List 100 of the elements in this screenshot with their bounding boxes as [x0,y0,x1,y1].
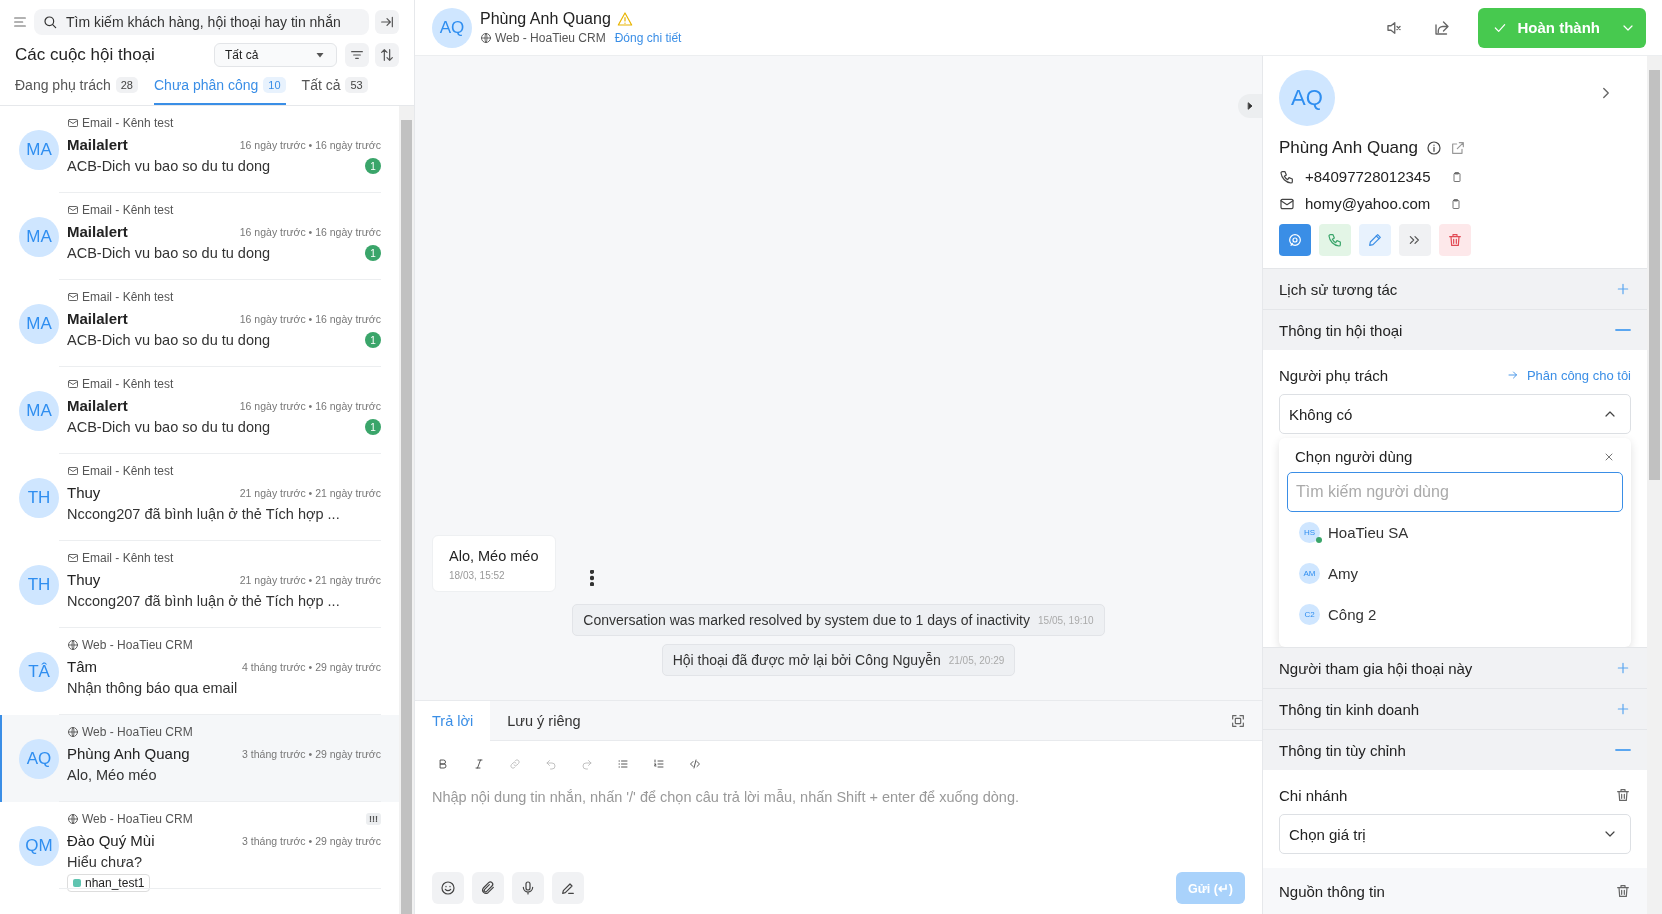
conversation-item[interactable]: TH Email - Kênh test Thuy 21 ngày trước • 21 ngày trước Nccong207 đã bình luận ở thẻ Tích hợp ... [0,541,399,628]
select-field[interactable]: Chọn giá trị [1279,814,1631,854]
search-field[interactable]: Tìm kiếm khách hàng, hội thoại hay tin nhắn [34,9,369,35]
close-details-link[interactable]: Đóng chi tiết [614,31,682,45]
forward-button[interactable] [1399,224,1431,256]
message-preview: ACB-Dich vu bao so du tu dong [67,245,271,261]
timestamp: 16 ngày trước • 16 ngày trước [239,399,381,412]
avatar: AM [1299,563,1320,584]
fullscreen-button[interactable] [1230,712,1246,729]
edit-button[interactable] [1359,224,1391,256]
attach-button[interactable] [472,872,504,904]
conversation-item[interactable]: MA Email - Kênh test Mailalert 16 ngày trước • 16 ngày trước ACB-Dich vu bao so du tu dong 1 [0,367,399,454]
delete-button[interactable] [1439,224,1471,256]
channel-label: Email - Kênh test [67,464,174,478]
activity-text: Hội thoại đã được mở lại bởi Công Nguyễn [672,652,941,668]
avatar: AQ [432,7,472,48]
section-header[interactable]: Thông tin kinh doanh [1263,688,1647,729]
copy-button[interactable] [1450,197,1463,210]
conversation-item[interactable]: TÂ Web - HoaTieu CRM Tâm 4 tháng trước • 29 ngày trước Nhận thông báo qua email [0,628,399,715]
section-header[interactable]: Lịch sử tương tác [1263,268,1647,309]
avatar: TÂ [19,652,59,692]
envelope-icon [67,117,79,129]
phone-number: +84097728012345 [1305,168,1431,185]
sort-button[interactable] [375,43,399,67]
scrollbar[interactable] [399,106,414,914]
emoji-button[interactable] [432,872,464,904]
timestamp: 16 ngày trước • 16 ngày trước [239,225,381,238]
conversation-tab[interactable]: Đang phụ trách 28 [15,75,138,105]
section-header[interactable]: Thông tin tùy chỉnh [1263,729,1647,770]
select-field[interactable]: Không có [1279,394,1631,434]
priority-badge: !!! [366,813,381,825]
channel-label: Web - HoaTieu CRM [67,725,193,739]
user-option[interactable]: HS HoaTieu SA [1287,512,1623,553]
message-preview: ACB-Dich vu bao so du tu dong [67,419,271,435]
bold-icon [437,758,449,770]
conversation-item[interactable]: MA Email - Kênh test Mailalert 16 ngày trước • 16 ngày trước ACB-Dich vu bao so du tu dong 1 [0,280,399,367]
plus-icon [1615,660,1631,676]
channel-label: Email - Kênh test [67,377,174,391]
channel-label: Web - HoaTieu CRM [480,31,606,45]
menu-button[interactable] [12,14,28,30]
conversation-item[interactable]: MA Email - Kênh test Mailalert 16 ngày trước • 16 ngày trước ACB-Dich vu bao so du tu dong 1 [0,106,399,193]
field-label: Nguồn thông tin [1279,882,1385,900]
message-preview: Nhận thông báo qua email [67,680,238,696]
contact-name: Đào Quý Mùi [67,832,155,849]
clipboard-icon [1450,170,1463,183]
conversation-item[interactable]: MA Email - Kênh test Mailalert 16 ngày trước • 16 ngày trước ACB-Dich vu bao so du tu dong 1 [0,193,399,280]
envelope-icon [67,204,79,216]
menu-icon [12,14,28,30]
user-name: Công 2 [1328,606,1377,623]
field-label: Người phụ trách [1279,366,1389,384]
undo-icon [545,758,557,770]
message-time: 18/03, 15:52 [449,570,506,581]
picker-title: Chọn người dùng [1295,448,1413,465]
filter-dropdown[interactable]: Tất cả [214,43,337,67]
conversation-tab[interactable]: Tất cả 53 [301,75,368,105]
user-search-field[interactable]: Tìm kiếm người dùng [1287,472,1623,512]
avatar: QM [19,826,59,866]
timestamp: 3 tháng trước • 29 ngày trước [242,747,381,760]
external-link-icon [1449,140,1466,156]
expand-icon [1230,712,1246,729]
message-button[interactable] [1279,224,1311,256]
copy-button[interactable] [1450,170,1463,183]
user-name: HoaTieu SA [1328,524,1409,541]
section-header[interactable]: Người tham gia hội thoại này [1263,647,1647,688]
redo-icon [581,758,593,770]
email-address: homy@yahoo.com [1305,195,1431,212]
user-option[interactable]: AM Amy [1287,553,1623,594]
composer-tab[interactable]: Lưu ý riêng [490,700,598,741]
filter-button[interactable] [345,43,369,67]
toggle-panel-button[interactable] [1238,94,1262,118]
bullet-list-icon [617,758,629,770]
conversation-item[interactable]: QM Web - HoaTieu CRM !!! Đào Quý Mùi 3 tháng trước • 29 ngày trước Hiểu chưa? nhan_test1 [0,802,399,889]
avatar: TH [19,478,59,518]
scrollbar[interactable] [1647,56,1662,914]
collapse-button[interactable] [375,10,399,34]
delete-button[interactable] [1615,787,1631,803]
conversation-item[interactable]: AQ Web - HoaTieu CRM Phùng Anh Quang 3 tháng trước • 29 ngày trước Alo, Méo méo [0,715,399,802]
panel-title: Các cuộc hội thoại [15,45,156,65]
search-icon [42,14,58,30]
share-icon [1432,18,1451,37]
microphone-icon [520,880,536,896]
call-button[interactable] [1319,224,1351,256]
contact-name: Thuy [67,571,101,588]
contact-name: Phùng Anh Quang [1279,138,1418,158]
more-icon [590,570,595,586]
link-icon [509,758,521,770]
user-option[interactable]: C2 Công 2 [1287,594,1623,635]
section-header[interactable]: Thông tin hội thoại [1263,309,1647,350]
unread-badge: 1 [365,158,381,174]
arrow-right-icon [1506,369,1519,381]
timestamp: 21 ngày trước • 21 ngày trước [239,486,381,499]
assign-to-me-link[interactable]: Phân công cho tôi [1506,367,1631,383]
globe-icon [480,32,492,44]
signature-button[interactable] [552,872,584,904]
delete-button[interactable] [1615,883,1631,899]
conversation-item[interactable]: TH Email - Kênh test Thuy 21 ngày trước • 21 ngày trước Nccong207 đã bình luận ở thẻ Tích hợp ... [0,454,399,541]
contact-name: Phùng Anh Quang [67,745,190,762]
contact-name: Phùng Anh Quang [480,10,611,28]
voice-button[interactable] [512,872,544,904]
avatar: HS [1299,522,1320,543]
